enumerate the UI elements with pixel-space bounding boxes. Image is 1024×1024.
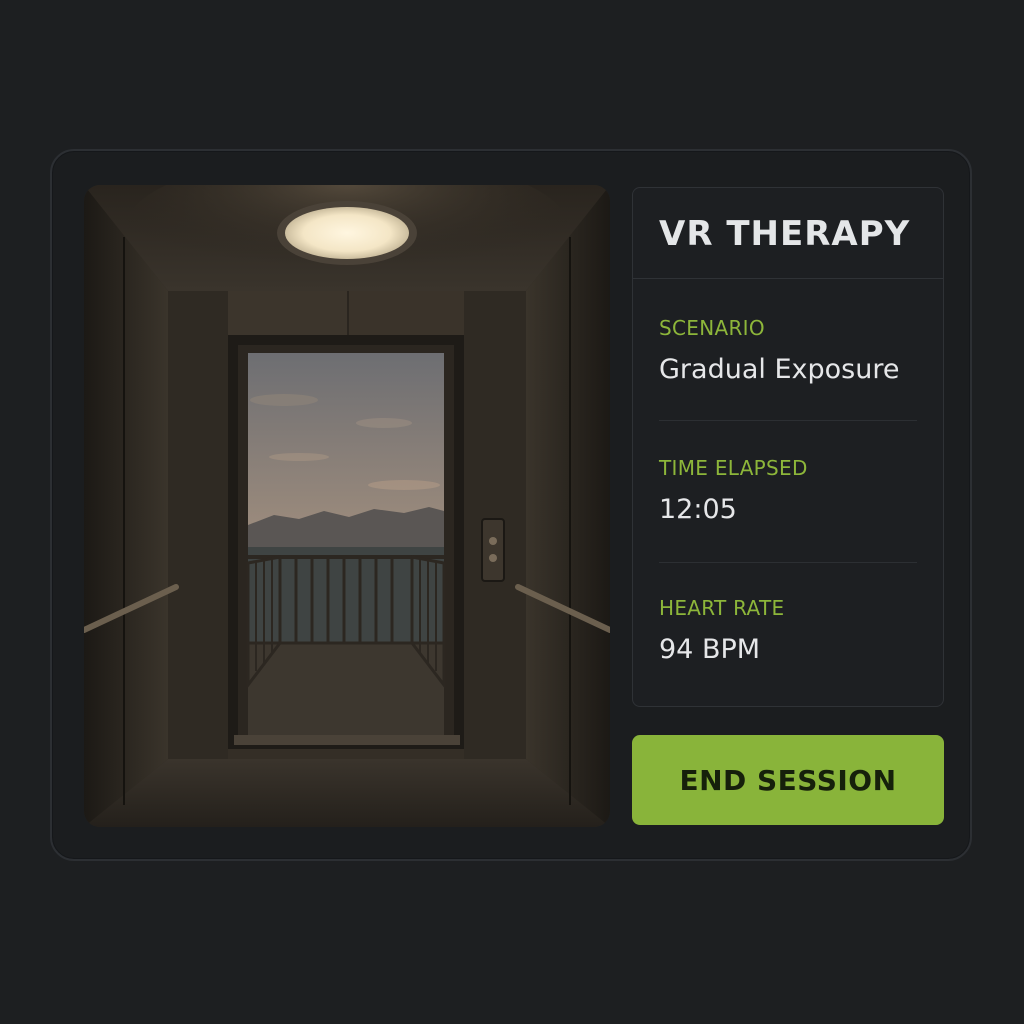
stat-time-elapsed: TIME ELAPSED 12:05 [659, 456, 919, 525]
stat-value: 12:05 [659, 494, 737, 525]
divider [659, 562, 917, 563]
session-info-panel: VR THERAPY SCENARIO Gradual Exposure TIM… [632, 187, 944, 707]
vr-scene-viewport [84, 185, 610, 827]
panel-title: VR THERAPY [659, 214, 911, 254]
stat-scenario: SCENARIO Gradual Exposure [659, 316, 919, 385]
stat-label: HEART RATE [659, 596, 785, 620]
elevator-scene-illustration [84, 185, 610, 827]
end-session-button[interactable]: END SESSION [632, 735, 944, 825]
stat-value: 94 BPM [659, 634, 761, 665]
divider [633, 278, 943, 279]
stat-heart-rate: HEART RATE 94 BPM [659, 596, 919, 665]
divider [659, 420, 917, 421]
stat-value: Gradual Exposure [659, 354, 900, 385]
stat-label: SCENARIO [659, 316, 765, 340]
stat-label: TIME ELAPSED [659, 456, 808, 480]
vr-therapy-card: VR THERAPY SCENARIO Gradual Exposure TIM… [50, 149, 972, 861]
